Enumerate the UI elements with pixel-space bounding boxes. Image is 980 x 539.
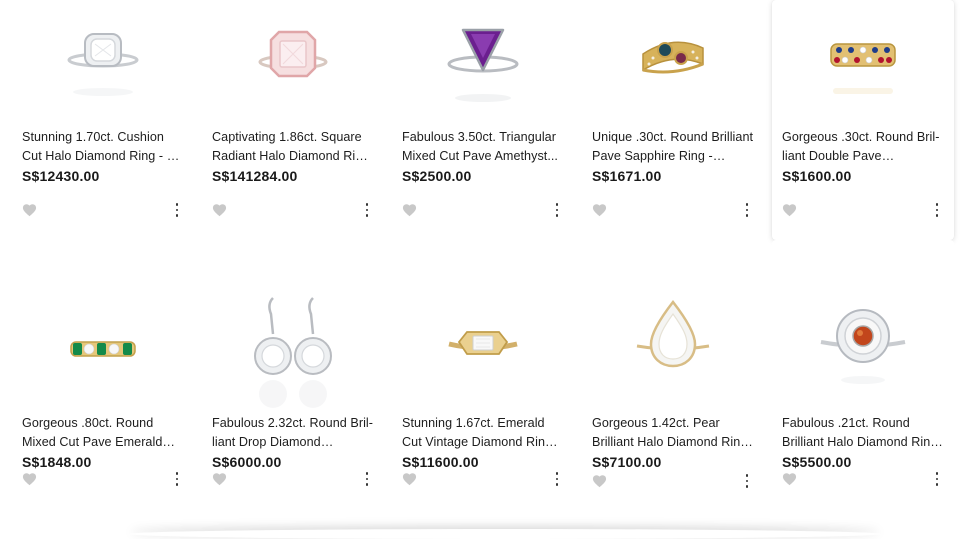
- product-grid: Stunning 1.70ct. Cushion Cut Halo Diamon…: [12, 0, 972, 533]
- product-image[interactable]: [782, 284, 944, 394]
- heart-icon[interactable]: [402, 472, 417, 486]
- card-actions: [782, 472, 944, 486]
- heart-icon[interactable]: [782, 472, 797, 486]
- product-image[interactable]: [22, 0, 184, 128]
- product-image[interactable]: [782, 0, 944, 128]
- product-image[interactable]: [22, 300, 184, 400]
- more-options-icon[interactable]: [170, 203, 184, 217]
- product-card[interactable]: Gorgeous .80ct. Round Mixed Cut Pave Eme…: [12, 240, 194, 533]
- product-title[interactable]: Captivating 1.86ct. Square Radiant Halo …: [212, 128, 374, 166]
- product-card[interactable]: Gorgeous .30ct. Round Bril- liant Double…: [772, 0, 954, 240]
- product-title[interactable]: Gorgeous 1.42ct. Pear Brilliant Halo Dia…: [592, 414, 754, 452]
- heart-icon[interactable]: [22, 472, 37, 486]
- product-image[interactable]: [592, 0, 754, 128]
- product-image[interactable]: [212, 294, 374, 412]
- product-card[interactable]: Captivating 1.86ct. Square Radiant Halo …: [202, 0, 384, 240]
- product-price: S$11600.00: [402, 454, 479, 470]
- more-options-icon[interactable]: [550, 472, 564, 486]
- card-actions: [212, 203, 374, 217]
- product-card[interactable]: Fabulous 2.32ct. Round Bril- liant Drop …: [202, 240, 384, 533]
- more-options-icon[interactable]: [740, 474, 754, 488]
- product-price: S$7100.00: [592, 454, 662, 470]
- product-title[interactable]: Fabulous 3.50ct. Triangular Mixed Cut Pa…: [402, 128, 564, 166]
- product-price: S$12430.00: [22, 168, 100, 184]
- heart-icon[interactable]: [212, 472, 227, 486]
- product-card[interactable]: Stunning 1.67ct. Emerald Cut Vintage Dia…: [392, 240, 574, 533]
- pear-halo-ring-image: [636, 299, 710, 368]
- pink-radiant-ring-image: [258, 30, 328, 78]
- card-actions: [22, 203, 184, 217]
- product-card[interactable]: Unique .30ct. Round Brilliant Pave Sapph…: [582, 0, 764, 240]
- more-options-icon[interactable]: [170, 472, 184, 486]
- heart-icon[interactable]: [592, 203, 607, 217]
- emerald-band-image: [70, 341, 136, 357]
- card-actions: [22, 472, 184, 486]
- product-image[interactable]: [402, 296, 564, 396]
- card-actions: [592, 203, 754, 217]
- product-card[interactable]: Fabulous .21ct. Round Brilliant Halo Dia…: [772, 240, 954, 533]
- more-options-icon[interactable]: [360, 203, 374, 217]
- product-price: S$1600.00: [782, 168, 852, 184]
- card-actions: [592, 474, 754, 488]
- product-price: S$2500.00: [402, 168, 472, 184]
- card-actions: [402, 472, 564, 486]
- card-actions: [782, 203, 944, 217]
- product-title[interactable]: Gorgeous .80ct. Round Mixed Cut Pave Eme…: [22, 414, 184, 452]
- heart-icon[interactable]: [22, 203, 37, 217]
- emerald-cut-ring-image: [448, 331, 518, 355]
- multi-stone-band-image: [830, 43, 896, 94]
- more-options-icon[interactable]: [930, 472, 944, 486]
- product-price: S$1671.00: [592, 168, 662, 184]
- card-actions: [212, 472, 374, 486]
- cushion-halo-ring-image: [67, 33, 139, 96]
- product-price: S$141284.00: [212, 168, 298, 184]
- more-options-icon[interactable]: [740, 203, 754, 217]
- sapphire-bypass-ring-image: [642, 41, 704, 74]
- product-image[interactable]: [592, 282, 754, 392]
- more-options-icon[interactable]: [550, 203, 564, 217]
- product-image[interactable]: [212, 0, 374, 128]
- heart-icon[interactable]: [402, 203, 417, 217]
- heart-icon[interactable]: [782, 203, 797, 217]
- product-image[interactable]: [402, 0, 564, 128]
- drop-earrings-image: [254, 297, 332, 408]
- product-price: S$1848.00: [22, 454, 92, 470]
- product-card[interactable]: Fabulous 3.50ct. Triangular Mixed Cut Pa…: [392, 0, 574, 240]
- product-price: S$5500.00: [782, 454, 852, 470]
- card-actions: [402, 203, 564, 217]
- product-card[interactable]: Stunning 1.70ct. Cushion Cut Halo Diamon…: [12, 0, 194, 240]
- product-title[interactable]: Fabulous 2.32ct. Round Bril- liant Drop …: [212, 414, 374, 452]
- orange-halo-ring-image: [820, 309, 906, 384]
- heart-icon[interactable]: [592, 474, 607, 488]
- product-card[interactable]: Gorgeous 1.42ct. Pear Brilliant Halo Dia…: [582, 240, 764, 533]
- product-title[interactable]: Stunning 1.67ct. Emerald Cut Vintage Dia…: [402, 414, 564, 452]
- amethyst-ring-image: [447, 28, 519, 102]
- product-title[interactable]: Gorgeous .30ct. Round Bril- liant Double…: [782, 128, 944, 166]
- product-price: S$6000.00: [212, 454, 282, 470]
- bottom-bar-shadow: [130, 529, 880, 539]
- product-title[interactable]: Fabulous .21ct. Round Brilliant Halo Dia…: [782, 414, 944, 452]
- product-title[interactable]: Stunning 1.70ct. Cushion Cut Halo Diamon…: [22, 128, 184, 166]
- more-options-icon[interactable]: [360, 472, 374, 486]
- heart-icon[interactable]: [212, 203, 227, 217]
- product-title[interactable]: Unique .30ct. Round Brilliant Pave Sapph…: [592, 128, 754, 166]
- more-options-icon[interactable]: [930, 203, 944, 217]
